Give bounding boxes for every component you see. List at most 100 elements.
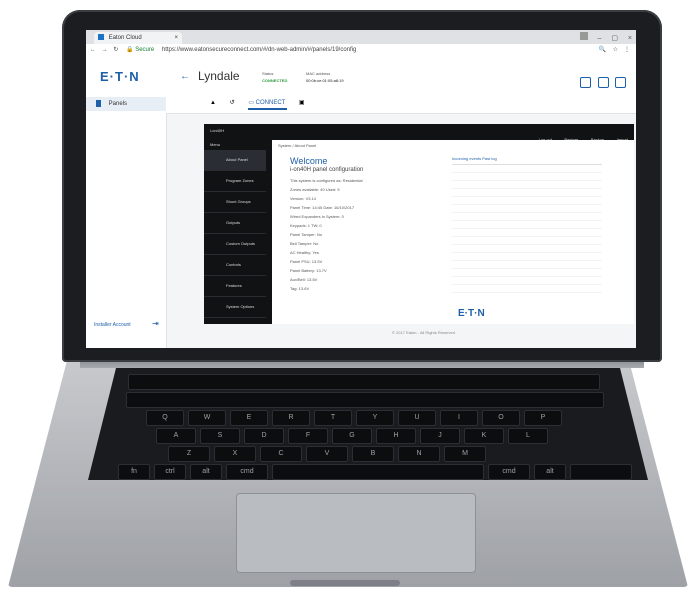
arrow-keys[interactable] (570, 464, 632, 480)
key-y[interactable]: Y (356, 410, 394, 426)
panel-menu-item[interactable]: Shunt Groups (204, 192, 266, 213)
modifier-row: fn ctrl alt cmd cmd alt (118, 464, 632, 480)
info-line: Zones available: 40 Used: 5 (290, 187, 340, 192)
info-lines: This system is configured as: Residentia… (290, 178, 362, 295)
info-line: Bell Tamper: No (290, 241, 319, 246)
key-g[interactable]: G (332, 428, 372, 444)
qwerty-row: QWERTYUIOP (146, 410, 562, 426)
tab-connect[interactable]: ▭ CONNECT (248, 100, 287, 110)
key-f[interactable]: F (288, 428, 328, 444)
key-c[interactable]: C (260, 446, 302, 462)
key-w[interactable]: W (188, 410, 226, 426)
key-a[interactable]: A (156, 428, 196, 444)
trackpad[interactable] (236, 493, 476, 573)
bottom-letter-row: ZXCVBNM (168, 446, 486, 462)
key-i[interactable]: I (440, 410, 478, 426)
cmd-key-left[interactable]: cmd (226, 464, 268, 480)
action-button-3[interactable] (615, 77, 626, 88)
panel-menu-item-label: Program Zones (226, 178, 254, 183)
url-field[interactable]: https://www.eatonsecureconnect.com/#/dn-… (162, 47, 356, 53)
alt-key-right[interactable]: alt (534, 464, 566, 480)
key-m[interactable]: M (444, 446, 486, 462)
panel-menu-item[interactable]: Custom Outputs (204, 234, 266, 255)
key-j[interactable]: J (420, 428, 460, 444)
welcome-subtitle: i-on40H panel configuration (290, 167, 364, 173)
save-icon[interactable]: ▣ (299, 100, 305, 106)
installer-account-link[interactable]: Installer Account (94, 322, 131, 328)
sidebar-item-panels[interactable]: Panels (86, 97, 166, 111)
window-close-icon[interactable]: × (628, 35, 632, 42)
action-button-1[interactable] (580, 77, 592, 88)
status-value: CONNECTED (262, 78, 288, 83)
user-icon[interactable] (579, 32, 588, 40)
function-keys[interactable] (128, 374, 600, 390)
fn-key[interactable]: fn (118, 464, 150, 480)
key-e[interactable]: E (230, 410, 268, 426)
key-l[interactable]: L (508, 428, 548, 444)
panel-menu-item[interactable]: Outputs (204, 213, 266, 234)
panel-menu-item[interactable]: Program Zones (204, 171, 266, 192)
bell-icon[interactable]: ▲ (210, 100, 216, 106)
panel-menu-item-label: Shunt Groups (226, 199, 251, 204)
forward-icon[interactable]: → (102, 47, 108, 53)
key-d[interactable]: D (244, 428, 284, 444)
tab-close-icon[interactable]: × (174, 32, 178, 44)
key-h[interactable]: H (376, 428, 416, 444)
panel-menu-item-label: Controls (226, 262, 241, 267)
zoom-icon[interactable]: 🔍 (599, 44, 606, 57)
key-t[interactable]: T (314, 410, 352, 426)
footer-copyright: © 2017 Eaton - All Rights Reserved (392, 330, 455, 335)
panel-menu-item-label: About Panel (226, 157, 248, 162)
key-n[interactable]: N (398, 446, 440, 462)
key-o[interactable]: O (482, 410, 520, 426)
key-k[interactable]: K (464, 428, 504, 444)
panel-product-name: i-on40H (210, 128, 225, 133)
key-s[interactable]: S (200, 428, 240, 444)
cmd-key-right[interactable]: cmd (488, 464, 530, 480)
browser-tab-bar: Eaton Cloud × – ▢ × (86, 30, 636, 44)
info-line: Version: V3.14 (290, 196, 317, 201)
back-icon[interactable]: ← (90, 47, 96, 53)
monitor-icon: ▭ (248, 100, 254, 106)
logout-icon[interactable]: ⇥ (152, 319, 159, 328)
key-z[interactable]: Z (168, 446, 210, 462)
minimize-icon[interactable]: – (597, 35, 601, 42)
event-log-header[interactable]: Incoming events Past log (452, 156, 497, 161)
header-tabs: ▲ ↺ ▭ CONNECT ▣ (210, 99, 305, 110)
panel-menu-item-label: System Options (226, 304, 255, 309)
action-button-2[interactable] (597, 77, 609, 88)
back-arrow-icon[interactable]: ← (180, 71, 190, 82)
function-row (128, 374, 600, 390)
eaton-logo: E·T·N (100, 69, 140, 84)
panel-menu-item[interactable]: Features (204, 276, 266, 297)
secure-label: Secure (135, 47, 155, 53)
bookmark-star-icon[interactable]: ☆ (613, 44, 618, 57)
history-icon[interactable]: ↺ (230, 100, 235, 106)
key-b[interactable]: B (352, 446, 394, 462)
header-action-buttons (578, 75, 626, 93)
browser-tab[interactable]: Eaton Cloud × (94, 32, 182, 44)
maximize-icon[interactable]: ▢ (611, 35, 618, 42)
panel-menu-item[interactable]: About Panel (204, 150, 266, 171)
number-keys[interactable] (126, 392, 604, 408)
space-key[interactable] (272, 464, 484, 480)
tab-connect-label: CONNECT (255, 100, 286, 106)
app-header: ← Lyndale Status CONNECTED MAC address 0… (166, 57, 636, 114)
info-line: Tag: 13.6V (290, 286, 310, 291)
alt-key[interactable]: alt (190, 464, 222, 480)
key-v[interactable]: V (306, 446, 348, 462)
panel-menu-item[interactable]: Controls (204, 255, 266, 276)
panel-eaton-logo: E·T·N (458, 308, 485, 319)
key-x[interactable]: X (214, 446, 256, 462)
key-p[interactable]: P (524, 410, 562, 426)
panel-menu-item[interactable]: System Options (204, 297, 266, 318)
info-line: Panel PSU: 13.5V (290, 259, 323, 264)
key-q[interactable]: Q (146, 410, 184, 426)
key-u[interactable]: U (398, 410, 436, 426)
browser-menu-icon[interactable]: ⋮ (624, 44, 630, 57)
key-r[interactable]: R (272, 410, 310, 426)
ctrl-key[interactable]: ctrl (154, 464, 186, 480)
laptop-front-notch (290, 580, 400, 586)
info-line: Aux/Bell: 13.6V (290, 277, 318, 282)
reload-icon[interactable]: ↻ (113, 47, 118, 53)
